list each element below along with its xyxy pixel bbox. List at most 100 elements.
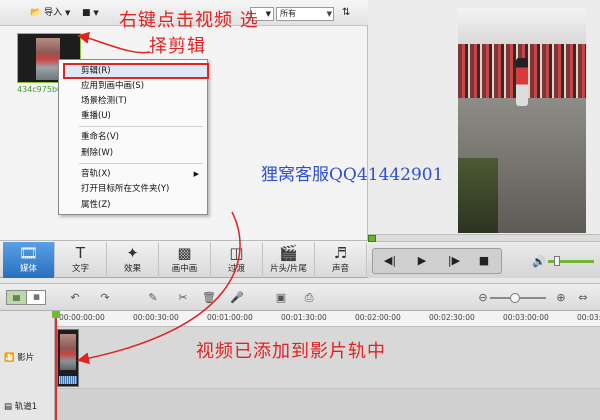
redo-icon[interactable]: ↷ — [96, 290, 114, 306]
ruler-label: 00:00:00:00 — [59, 313, 105, 322]
video-preview[interactable] — [458, 8, 586, 233]
menu-item-edit[interactable]: 剪辑(R) — [59, 64, 207, 78]
filter-select[interactable]: 所有 ▼ — [276, 7, 334, 21]
ruler-label: 00:01:30:00 — [281, 313, 327, 322]
watermark-text: 狸窝客服QQ41442901 — [261, 165, 444, 185]
timeline-toolbar: ▤ ▦ ↶ ↷ ✎ ✂ 🗑 🎤 ▣ ⎙ ⊖ ⊕ ⇔ — [0, 283, 600, 311]
seek-bar[interactable] — [368, 234, 600, 242]
menu-item-label: 打开目标所在文件夹(Y) — [81, 184, 170, 194]
tab-label: 效果 — [123, 264, 141, 274]
timeline-view-toggle[interactable]: ▤ ▦ — [6, 290, 46, 305]
next-frame-icon[interactable]: |▶ — [441, 252, 467, 270]
tab-label: 媒体 — [19, 264, 37, 274]
record-button[interactable]: ■ ▼ — [82, 6, 99, 20]
intro-icon: 🎬 — [279, 244, 298, 262]
menu-item-open-folder[interactable]: 打开目标所在文件夹(Y) — [59, 182, 207, 196]
tab-label: 画中画 — [171, 264, 198, 274]
menu-item-replay[interactable]: 重播(U) — [59, 109, 207, 123]
menu-item-label: 属性(Z) — [81, 200, 111, 210]
edit-icon[interactable]: ✎ — [144, 290, 162, 306]
ruler-label: 00:00:30:00 — [133, 313, 179, 322]
tab-label: 声音 — [331, 264, 349, 274]
menu-item-label: 场景检测(T) — [81, 96, 127, 106]
undo-icon[interactable]: ↶ — [66, 290, 84, 306]
stop-icon[interactable]: ■ — [471, 252, 497, 270]
ruler-label: 00:03:30:00 — [577, 313, 600, 322]
seek-knob[interactable] — [368, 235, 376, 242]
microphone-icon[interactable]: 🎤 — [228, 290, 246, 306]
volume-icon[interactable]: 🔊 — [532, 255, 546, 268]
clip-preview-image — [36, 38, 60, 80]
folder-icon: 📂 — [30, 8, 42, 18]
play-icon[interactable]: ▶ — [409, 252, 435, 270]
annotation-result-text: 视频已添加到影片轨中 — [196, 341, 386, 362]
import-button[interactable]: 📂 导入 ▼ — [30, 6, 70, 20]
annotation-step-text: 右键点击视频 选 — [119, 10, 259, 31]
chevron-down-icon: ▼ — [326, 10, 332, 18]
ruler-label: 00:02:00:00 — [355, 313, 401, 322]
track-header-video[interactable]: 🎦 影片 — [4, 351, 34, 363]
context-menu: 剪辑(R) 应用到画中画(S) 场景检测(T) 重播(U) 重命名(V) 删除(… — [58, 59, 209, 215]
pip-icon: ▩ — [177, 244, 192, 262]
sort-icon[interactable]: ⇅ — [342, 7, 350, 18]
overlay-track-lane[interactable] — [55, 389, 600, 420]
media-icon: 🎞 — [18, 244, 39, 262]
menu-item-label: 剪辑(R) — [81, 66, 111, 76]
clip-preview-image — [60, 334, 76, 370]
tab-sound[interactable]: ♬ 声音 — [315, 242, 367, 278]
chevron-down-icon: ▼ — [265, 10, 271, 18]
clip-audio-waveform — [59, 376, 77, 384]
tab-label: 片头/片尾 — [270, 264, 307, 274]
ruler-label: 00:02:30:00 — [429, 313, 475, 322]
function-tab-bar: 🎞 媒体 T 文字 ✦ 效果 ▩ 画中画 ◫ 过渡 🎬 片头/片尾 ♬ 声音 — [0, 240, 368, 278]
crop-icon[interactable]: ▣ — [272, 290, 290, 306]
zoom-in-icon[interactable]: ⊕ — [552, 290, 570, 306]
filter-value: 所有 — [280, 9, 296, 18]
camera-icon: ■ — [82, 8, 91, 18]
menu-separator — [79, 163, 203, 164]
playhead-handle[interactable] — [52, 311, 60, 318]
delete-icon[interactable]: 🗑 — [200, 290, 218, 306]
tab-media[interactable]: 🎞 媒体 — [3, 242, 55, 278]
fit-timeline-icon[interactable]: ⇔ — [574, 290, 592, 306]
track-header-overlay[interactable]: ▤ 轨道1 — [4, 400, 37, 412]
menu-item-scene-detect[interactable]: 场景检测(T) — [59, 94, 207, 108]
tab-text[interactable]: T 文字 — [55, 242, 107, 278]
menu-item-rename[interactable]: 重命名(V) — [59, 130, 207, 144]
playhead[interactable] — [55, 311, 57, 420]
import-label: 导入 — [44, 8, 63, 18]
tab-pip[interactable]: ▩ 画中画 — [159, 242, 211, 278]
track-icon: ▤ — [4, 402, 13, 412]
snapshot-icon[interactable]: ⎙ — [300, 290, 318, 306]
chevron-down-icon: ▼ — [93, 9, 99, 17]
storyboard-view-icon[interactable]: ▦ — [27, 291, 46, 304]
menu-item-properties[interactable]: 属性(Z) — [59, 198, 207, 212]
timeline-video-clip[interactable] — [57, 329, 79, 387]
effects-icon: ✦ — [126, 244, 139, 262]
playback-button-group: ◀| ▶ |▶ ■ — [372, 248, 502, 274]
track-headers: 🎦 影片 ▤ 轨道1 — [0, 311, 55, 420]
video-frame-sky — [458, 8, 586, 44]
track-label: 影片 — [17, 353, 35, 363]
menu-item-audio-track[interactable]: 音轨(X) ▶ — [59, 167, 207, 181]
text-icon: T — [75, 244, 86, 262]
menu-separator — [79, 126, 203, 127]
prev-frame-icon[interactable]: ◀| — [377, 252, 403, 270]
video-frame-grass — [458, 158, 498, 233]
ruler-label: 00:01:00:00 — [207, 313, 253, 322]
sound-icon: ♬ — [333, 244, 348, 262]
tab-label: 文字 — [71, 264, 89, 274]
tab-transition[interactable]: ◫ 过渡 — [211, 242, 263, 278]
scissors-icon[interactable]: ✂ — [174, 290, 192, 306]
timeline-ruler[interactable]: 00:00:00:00 00:00:30:00 00:01:00:00 00:0… — [55, 311, 600, 327]
zoom-knob[interactable] — [510, 293, 520, 303]
annotation-step-text-cont: 择剪辑 — [149, 36, 206, 57]
menu-item-delete[interactable]: 删除(W) — [59, 146, 207, 160]
tab-effects[interactable]: ✦ 效果 — [107, 242, 159, 278]
timeline-view-icon[interactable]: ▤ — [7, 291, 27, 304]
volume-knob[interactable] — [554, 256, 560, 266]
film-icon: 🎦 — [4, 353, 15, 363]
menu-item-apply-pip[interactable]: 应用到画中画(S) — [59, 79, 207, 93]
tab-intro-outro[interactable]: 🎬 片头/片尾 — [263, 242, 315, 278]
tab-label: 过渡 — [227, 264, 245, 274]
